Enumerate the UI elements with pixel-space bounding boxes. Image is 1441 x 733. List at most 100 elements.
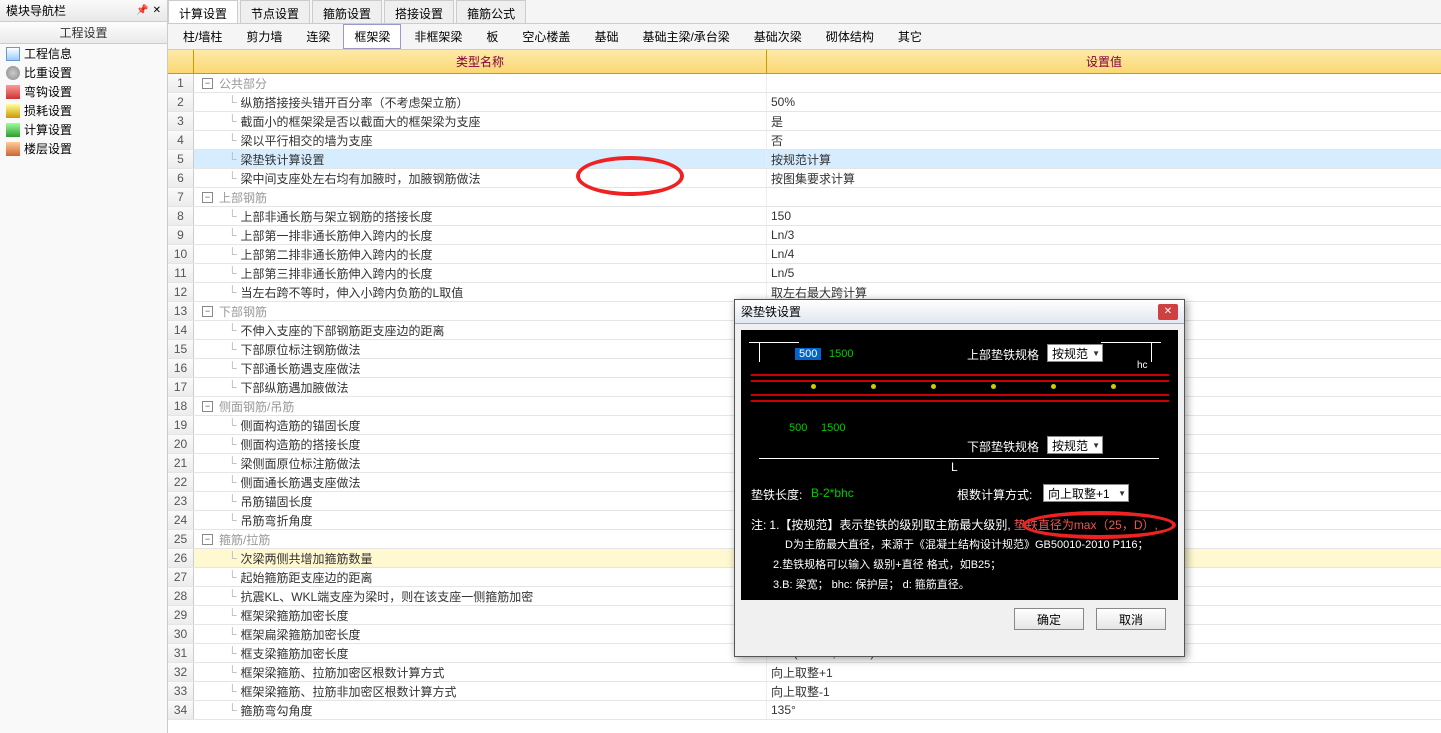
tab2-11[interactable]: 其它 — [887, 24, 933, 49]
sidebar-item-2[interactable]: 弯钩设置 — [0, 82, 167, 101]
row-num: 29 — [168, 606, 194, 624]
row-value[interactable]: 是 — [767, 112, 1441, 130]
row-value[interactable]: 50% — [767, 93, 1441, 111]
table-row[interactable]: 1−公共部分 — [168, 74, 1441, 93]
L-label: L — [951, 460, 958, 474]
row-value[interactable]: 按图集要求计算 — [767, 169, 1441, 187]
row-name: └上部第一排非通长筋伸入跨内的长度 — [194, 226, 767, 244]
collapse-icon[interactable]: − — [202, 306, 213, 317]
sidebar-item-4[interactable]: 计算设置 — [0, 120, 167, 139]
dialog-titlebar[interactable]: 梁垫铁设置 ✕ — [735, 300, 1184, 324]
close-sidebar-icon[interactable]: ✕ — [153, 5, 161, 16]
bot-spec-select[interactable]: 按规范 — [1047, 436, 1103, 454]
row-name: └下部通长筋遇支座做法 — [194, 359, 767, 377]
tab1-4[interactable]: 箍筋公式 — [456, 0, 526, 23]
note1c: D为主筋最大直径，来源于《混凝土结构设计规范》GB50010-2010 P116… — [785, 536, 1149, 554]
table-row[interactable]: 10└上部第二排非通长筋伸入跨内的长度Ln/4 — [168, 245, 1441, 264]
tab1-3[interactable]: 搭接设置 — [384, 0, 454, 23]
dim-500-top: 500 — [795, 348, 821, 360]
table-row[interactable]: 3└截面小的框架梁是否以截面大的框架梁为支座是 — [168, 112, 1441, 131]
collapse-icon[interactable]: − — [202, 192, 213, 203]
row-num: 8 — [168, 207, 194, 225]
sidebar-icon — [6, 66, 20, 80]
row-name: └吊筋弯折角度 — [194, 511, 767, 529]
bot-spec-label: 下部垫铁规格 — [967, 438, 1039, 455]
tab2-3[interactable]: 框架梁 — [343, 24, 401, 49]
row-name: └箍筋弯勾角度 — [194, 701, 767, 719]
ok-button[interactable]: 确定 — [1014, 608, 1084, 630]
row-value[interactable]: Ln/3 — [767, 226, 1441, 244]
sidebar-title: 模块导航栏 — [6, 2, 66, 19]
row-value[interactable]: 按规范计算 — [767, 150, 1441, 168]
row-value[interactable]: 150 — [767, 207, 1441, 225]
table-row[interactable]: 6└梁中间支座处左右均有加腋时，加腋钢筋做法按图集要求计算 — [168, 169, 1441, 188]
table-row[interactable]: 32└框架梁箍筋、拉筋加密区根数计算方式向上取整+1 — [168, 663, 1441, 682]
row-value[interactable]: 否 — [767, 131, 1441, 149]
sidebar-item-3[interactable]: 损耗设置 — [0, 101, 167, 120]
tab2-6[interactable]: 空心楼盖 — [511, 24, 581, 49]
row-num: 15 — [168, 340, 194, 358]
row-value[interactable]: 向上取整+1 — [767, 663, 1441, 681]
close-icon[interactable]: ✕ — [1158, 304, 1178, 320]
row-value[interactable]: 135° — [767, 701, 1441, 719]
row-num: 34 — [168, 701, 194, 719]
table-row[interactable]: 2└纵筋搭接接头错开百分率（不考虑架立筋）50% — [168, 93, 1441, 112]
row-name: └下部纵筋遇加腋做法 — [194, 378, 767, 396]
row-num: 24 — [168, 511, 194, 529]
row-value[interactable] — [767, 188, 1441, 206]
table-row[interactable]: 7−上部钢筋 — [168, 188, 1441, 207]
collapse-icon[interactable]: − — [202, 534, 213, 545]
table-row[interactable]: 11└上部第三排非通长筋伸入跨内的长度Ln/5 — [168, 264, 1441, 283]
table-row[interactable]: 33└框架梁箍筋、拉筋非加密区根数计算方式向上取整-1 — [168, 682, 1441, 701]
beam-diagram: 500 1500 上部垫铁规格 按规范 hc 500 1500 下部垫铁规格 按… — [741, 330, 1178, 600]
sidebar-item-0[interactable]: 工程信息 — [0, 44, 167, 63]
count-select[interactable]: 向上取整+1 — [1043, 484, 1129, 502]
sidebar: 模块导航栏 📌 ✕ 工程设置 工程信息比重设置弯钩设置损耗设置计算设置楼层设置 — [0, 0, 168, 733]
tab1-1[interactable]: 节点设置 — [240, 0, 310, 23]
row-num: 10 — [168, 245, 194, 263]
tab2-0[interactable]: 柱/墙柱 — [172, 24, 233, 49]
row-name: └框支梁箍筋加密长度 — [194, 644, 767, 662]
tab2-7[interactable]: 基础 — [583, 24, 629, 49]
table-row[interactable]: 4└梁以平行相交的墙为支座否 — [168, 131, 1441, 150]
row-name: └梁以平行相交的墙为支座 — [194, 131, 767, 149]
sidebar-item-label: 计算设置 — [24, 121, 72, 138]
tab2-10[interactable]: 砌体结构 — [815, 24, 885, 49]
dim-500-bot: 500 — [789, 422, 807, 434]
table-row[interactable]: 34└箍筋弯勾角度135° — [168, 701, 1441, 720]
note1a: 1.【按规范】表示垫铁的级别取主筋最大级别, — [769, 518, 1010, 532]
tab1-0[interactable]: 计算设置 — [168, 0, 238, 23]
table-row[interactable]: 5└梁垫铁计算设置按规范计算 — [168, 150, 1441, 169]
tab2-2[interactable]: 连梁 — [295, 24, 341, 49]
collapse-icon[interactable]: − — [202, 78, 213, 89]
sidebar-item-1[interactable]: 比重设置 — [0, 63, 167, 82]
table-row[interactable]: 9└上部第一排非通长筋伸入跨内的长度Ln/3 — [168, 226, 1441, 245]
row-name: └次梁两侧共增加箍筋数量 — [194, 549, 767, 567]
row-num: 22 — [168, 473, 194, 491]
sidebar-item-5[interactable]: 楼层设置 — [0, 139, 167, 158]
row-num: 26 — [168, 549, 194, 567]
table-row[interactable]: 8└上部非通长筋与架立钢筋的搭接长度150 — [168, 207, 1441, 226]
row-num: 16 — [168, 359, 194, 377]
pin-icon[interactable]: 📌 — [136, 5, 148, 16]
cancel-button[interactable]: 取消 — [1096, 608, 1166, 630]
tab2-1[interactable]: 剪力墙 — [235, 24, 293, 49]
tab2-4[interactable]: 非框架梁 — [403, 24, 473, 49]
row-value[interactable]: Ln/4 — [767, 245, 1441, 263]
tab2-5[interactable]: 板 — [475, 24, 509, 49]
row-num: 23 — [168, 492, 194, 510]
collapse-icon[interactable]: − — [202, 401, 213, 412]
tab2-9[interactable]: 基础次梁 — [743, 24, 813, 49]
row-name: −下部钢筋 — [194, 302, 767, 320]
row-name: −公共部分 — [194, 74, 767, 92]
top-spec-select[interactable]: 按规范 — [1047, 344, 1103, 362]
tabs-secondary: 柱/墙柱剪力墙连梁框架梁非框架梁板空心楼盖基础基础主梁/承台梁基础次梁砌体结构其… — [168, 24, 1441, 50]
row-name: └上部非通长筋与架立钢筋的搭接长度 — [194, 207, 767, 225]
sidebar-section: 工程设置 — [0, 22, 167, 44]
tab2-8[interactable]: 基础主梁/承台梁 — [631, 24, 740, 49]
row-value[interactable] — [767, 74, 1441, 92]
row-name: └上部第三排非通长筋伸入跨内的长度 — [194, 264, 767, 282]
row-value[interactable]: 向上取整-1 — [767, 682, 1441, 700]
row-value[interactable]: Ln/5 — [767, 264, 1441, 282]
tab1-2[interactable]: 箍筋设置 — [312, 0, 382, 23]
